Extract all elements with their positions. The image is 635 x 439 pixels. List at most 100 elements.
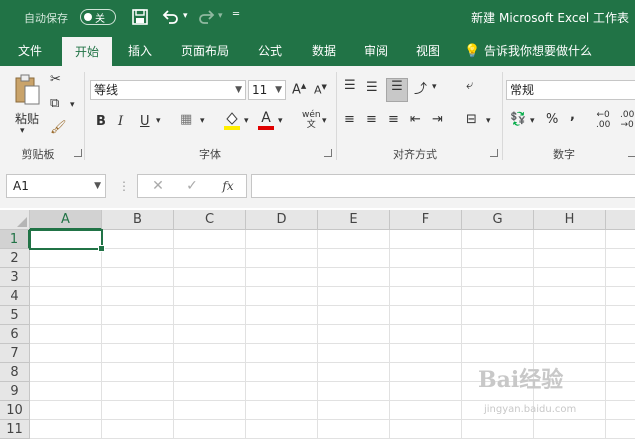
tab-file[interactable]: 文件 (8, 36, 52, 66)
font-launcher-icon[interactable] (324, 149, 332, 157)
formula-input[interactable] (251, 174, 635, 198)
font-name-combo[interactable]: 等线 ▼ (90, 80, 246, 100)
orientation-dropdown-icon[interactable]: ▾ (432, 82, 437, 92)
undo-dropdown-icon[interactable]: ▾ (183, 11, 188, 21)
column-header[interactable]: D (246, 210, 318, 230)
group-label-number: 数字 (553, 148, 575, 161)
tab-review[interactable]: 审阅 (354, 36, 398, 66)
undo-icon[interactable] (161, 8, 181, 29)
borders-dropdown-icon[interactable]: ▾ (200, 116, 205, 126)
redo-dropdown-icon[interactable]: ▾ (218, 11, 223, 21)
copy-icon[interactable]: ⧉ (50, 96, 59, 111)
comma-button[interactable]: , (570, 108, 575, 123)
phonetic-button[interactable]: wén 文 (302, 110, 321, 130)
tab-view[interactable]: 视图 (406, 36, 450, 66)
paste-label[interactable]: 粘贴 (10, 110, 44, 127)
merge-dropdown-icon[interactable]: ▾ (486, 116, 491, 126)
currency-dropdown-icon[interactable]: ▾ (530, 116, 535, 126)
copy-dropdown-icon[interactable]: ▾ (70, 100, 75, 110)
gridline (30, 343, 635, 344)
italic-button[interactable]: I (118, 114, 123, 129)
decrease-indent-icon[interactable]: ⇤ (410, 112, 421, 127)
bold-button[interactable]: B (96, 114, 106, 129)
row-header[interactable]: 11 (0, 420, 30, 439)
format-painter-icon[interactable]: 🖌 (50, 120, 67, 135)
row-header[interactable]: 2 (0, 249, 30, 268)
increase-decimal-icon[interactable]: ←0.00 (596, 110, 610, 130)
insert-function-button[interactable]: fx (216, 175, 240, 197)
decrease-decimal-icon[interactable]: .00 →0 (620, 110, 634, 130)
decrease-font-icon[interactable]: A▼ (314, 83, 327, 97)
save-icon[interactable] (131, 8, 149, 29)
fill-color-icon[interactable] (224, 110, 240, 134)
number-launcher-icon[interactable] (628, 149, 635, 157)
borders-icon[interactable]: ▦ (180, 112, 192, 127)
row-header[interactable]: 4 (0, 287, 30, 306)
increase-font-icon[interactable]: A▲ (292, 82, 306, 97)
row-header[interactable]: 1 (0, 230, 30, 249)
align-left-icon[interactable]: ≡ (344, 112, 355, 127)
increase-indent-icon[interactable]: ⇥ (432, 112, 443, 127)
active-cell-a1[interactable] (29, 229, 105, 252)
tab-home[interactable]: 开始 (62, 37, 112, 66)
clipboard-launcher-icon[interactable] (74, 149, 82, 157)
column-header[interactable]: A (30, 210, 102, 230)
font-color-dropdown-icon[interactable]: ▾ (278, 116, 283, 126)
separator (84, 72, 85, 160)
name-box[interactable]: A1 ▼ (6, 174, 106, 198)
row-header[interactable]: 8 (0, 363, 30, 382)
tab-data[interactable]: 数据 (302, 36, 346, 66)
merge-center-icon[interactable]: ⊟ (466, 112, 477, 127)
font-size-combo[interactable]: 11 ▼ (248, 80, 286, 100)
column-header[interactable]: B (102, 210, 174, 230)
tab-formulas[interactable]: 公式 (248, 36, 292, 66)
customize-qat-icon[interactable]: ═ (233, 9, 239, 20)
select-all-button[interactable] (0, 210, 30, 230)
fill-handle[interactable] (98, 245, 105, 252)
separator (336, 72, 337, 160)
cut-icon[interactable]: ✂ (50, 72, 61, 87)
percent-button[interactable]: % (546, 112, 558, 127)
fill-color-dropdown-icon[interactable]: ▾ (244, 116, 249, 126)
autosave-toggle[interactable]: 关 (80, 9, 116, 25)
underline-dropdown-icon[interactable]: ▾ (156, 116, 161, 126)
redo-icon[interactable] (196, 8, 216, 29)
row-header[interactable]: 5 (0, 306, 30, 325)
font-color-button[interactable]: A (258, 110, 274, 130)
column-header[interactable]: F (390, 210, 462, 230)
phonetic-dropdown-icon[interactable]: ▾ (322, 116, 327, 126)
align-right-icon[interactable]: ≡ (388, 112, 399, 127)
gridline (30, 286, 635, 287)
column-header[interactable]: G (462, 210, 534, 230)
column-header[interactable]: E (318, 210, 390, 230)
alignment-launcher-icon[interactable] (490, 149, 498, 157)
paste-icon[interactable] (12, 74, 42, 106)
align-bottom-icon[interactable]: ☰ (386, 78, 408, 102)
number-format-combo[interactable]: 常规 (506, 80, 635, 100)
chevron-down-icon: ▼ (275, 85, 282, 95)
enter-icon[interactable]: ✓ (180, 175, 204, 197)
tab-insert[interactable]: 插入 (118, 36, 162, 66)
align-center-icon[interactable]: ≡ (366, 112, 377, 127)
column-header[interactable]: C (174, 210, 246, 230)
window-title: 新建 Microsoft Excel 工作表 (471, 11, 629, 25)
row-header[interactable]: 3 (0, 268, 30, 287)
currency-icon[interactable]: 💱 (510, 112, 526, 127)
align-top-icon[interactable]: ☰ (344, 78, 356, 93)
row-header[interactable]: 10 (0, 401, 30, 420)
tab-page-layout[interactable]: 页面布局 (172, 36, 238, 66)
row-header[interactable]: 9 (0, 382, 30, 401)
align-middle-icon[interactable]: ☰ (366, 80, 378, 95)
tell-me-search[interactable]: 💡 告诉我你想要做什么 (464, 36, 604, 66)
orientation-icon[interactable]: ⤴ (414, 78, 427, 97)
row-header[interactable]: 7 (0, 344, 30, 363)
lightbulb-icon: 💡 (464, 44, 481, 59)
wrap-text-icon[interactable]: ⤶ (466, 78, 473, 93)
cancel-icon[interactable]: ✕ (146, 175, 170, 197)
row-header[interactable]: 6 (0, 325, 30, 344)
underline-button[interactable]: U (140, 114, 150, 129)
column-header-partial[interactable] (606, 210, 635, 230)
font-name-value: 等线 (94, 83, 119, 97)
column-header[interactable]: H (534, 210, 606, 230)
paste-dropdown-icon[interactable]: ▾ (20, 126, 25, 136)
